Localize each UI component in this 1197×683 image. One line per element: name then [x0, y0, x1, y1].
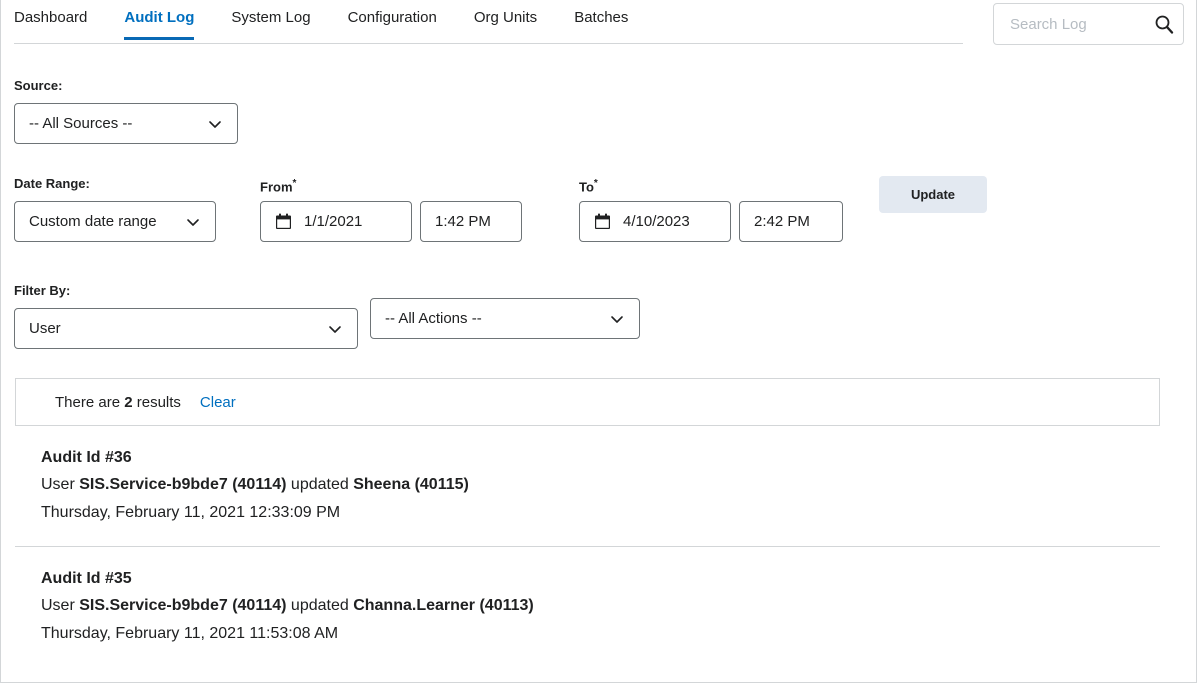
from-date-value: 1/1/2021 [304, 213, 363, 230]
clear-filters-link[interactable]: Clear [200, 394, 236, 411]
tab-label: Org Units [473, 9, 538, 26]
to-time-input[interactable]: 2:42 PM [739, 201, 843, 242]
search-log-box[interactable] [993, 3, 1184, 45]
audit-entry-description: User SIS.Service-b9bde7 (40114) updated … [41, 471, 1160, 499]
tab-audit-log[interactable]: Audit Log [124, 0, 194, 40]
tab-label: Batches [574, 9, 629, 26]
update-button[interactable]: Update [879, 176, 987, 213]
source-select-value: -- All Sources -- [29, 115, 133, 132]
from-label: From* [260, 176, 296, 195]
source-select[interactable]: -- All Sources -- [14, 103, 238, 144]
tab-dashboard[interactable]: Dashboard [14, 0, 87, 40]
audit-entry-timestamp: Thursday, February 11, 2021 11:53:08 AM [41, 625, 339, 642]
top-bar: Dashboard Audit Log System Log Configura… [1, 0, 1196, 45]
audit-entry-actor: SIS.Service-b9bde7 (40114) [79, 476, 287, 493]
from-time-input[interactable]: 1:42 PM [420, 201, 522, 242]
chevron-down-icon [187, 218, 199, 226]
tab-configuration[interactable]: Configuration [348, 0, 437, 40]
audit-entry-target: Channa.Learner (40113) [353, 597, 534, 614]
chevron-down-icon [209, 120, 221, 128]
date-range-label: Date Range: [14, 176, 90, 191]
tab-label: Configuration [347, 9, 437, 26]
date-range-select[interactable]: Custom date range [14, 201, 216, 242]
from-label-text: From [260, 179, 293, 195]
chevron-down-icon [329, 325, 341, 333]
to-date-input[interactable]: 4/10/2023 [579, 201, 731, 242]
audit-entry-title: Audit Id #35 [41, 570, 132, 587]
audit-results-list: Audit Id #36 User SIS.Service-b9bde7 (40… [15, 426, 1160, 667]
actions-select-value: -- All Actions -- [385, 310, 482, 327]
to-required-mark: * [593, 178, 598, 189]
list-item[interactable]: Audit Id #35 User SIS.Service-b9bde7 (40… [15, 546, 1160, 667]
tab-label: Audit Log [124, 9, 195, 26]
actions-select[interactable]: -- All Actions -- [370, 298, 640, 339]
audit-entry-timestamp: Thursday, February 11, 2021 12:33:09 PM [41, 504, 341, 521]
calendar-icon[interactable] [594, 213, 611, 230]
from-required-mark: * [292, 178, 297, 189]
tab-system-log[interactable]: System Log [231, 0, 310, 40]
tab-label: Dashboard [14, 9, 88, 26]
primary-tab-bar: Dashboard Audit Log System Log Configura… [14, 0, 963, 44]
audit-entry-verb: updated [286, 597, 354, 614]
to-time-value: 2:42 PM [754, 213, 810, 230]
source-label: Source: [14, 78, 63, 93]
search-icon[interactable] [1153, 13, 1175, 35]
tab-label: System Log [231, 9, 311, 26]
results-count-bar: There are 2 results Clear [15, 378, 1160, 426]
audit-entry-desc-prefix: User [41, 476, 80, 493]
list-item[interactable]: Audit Id #36 User SIS.Service-b9bde7 (40… [15, 426, 1160, 546]
results-count-number: 2 [124, 393, 133, 411]
audit-entry-verb: updated [286, 476, 354, 493]
results-count-prefix: There are [55, 393, 121, 411]
to-label: To* [579, 176, 598, 195]
from-time-value: 1:42 PM [435, 213, 491, 230]
audit-entry-actor: SIS.Service-b9bde7 (40114) [79, 597, 287, 614]
filter-by-select-value: User [29, 320, 61, 337]
chevron-down-icon [611, 315, 623, 323]
to-label-text: To [579, 179, 594, 195]
to-date-value: 4/10/2023 [623, 213, 690, 230]
results-count-suffix: results [136, 393, 181, 411]
audit-log-page: Dashboard Audit Log System Log Configura… [0, 0, 1197, 683]
filter-by-select[interactable]: User [14, 308, 358, 349]
audit-entry-target: Sheena (40115) [353, 476, 469, 493]
audit-entry-desc-prefix: User [41, 597, 80, 614]
tab-org-units[interactable]: Org Units [474, 0, 537, 40]
audit-entry-description: User SIS.Service-b9bde7 (40114) updated … [41, 592, 1160, 620]
filter-by-label: Filter By: [14, 283, 71, 298]
calendar-icon[interactable] [275, 213, 292, 230]
audit-entry-title: Audit Id #36 [41, 449, 132, 466]
from-date-input[interactable]: 1/1/2021 [260, 201, 412, 242]
search-input[interactable] [1008, 14, 1153, 34]
tab-batches[interactable]: Batches [574, 0, 628, 40]
date-range-select-value: Custom date range [29, 213, 157, 230]
